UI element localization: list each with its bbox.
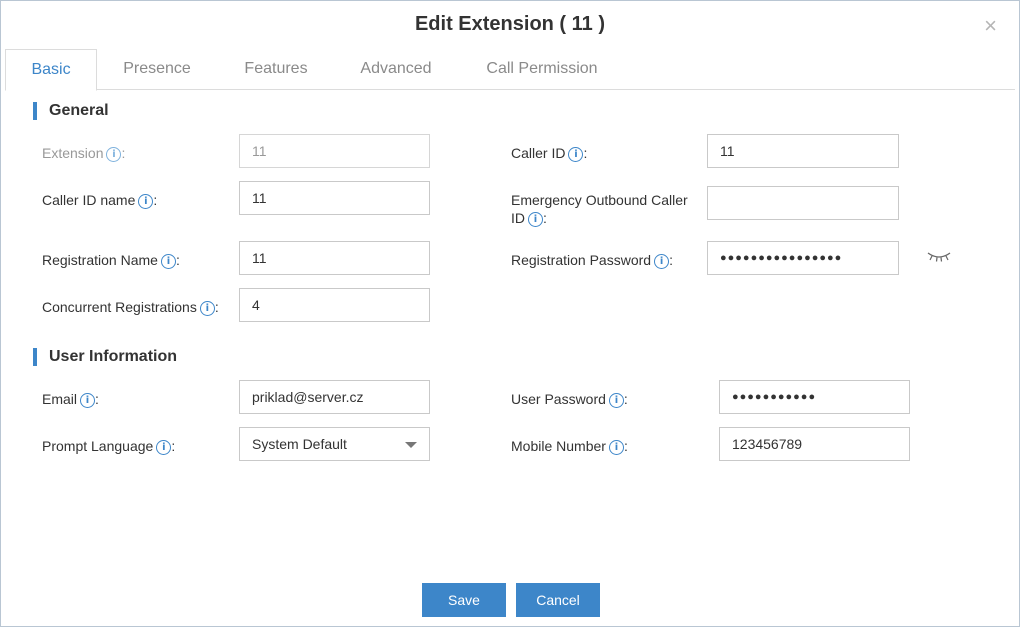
info-icon[interactable]: i [528, 212, 543, 227]
emergency-caller-id-field[interactable] [707, 186, 899, 220]
registration-password-label: Registration Password i: [511, 252, 673, 269]
email-field[interactable]: priklad@server.cz [239, 380, 430, 414]
caller-id-name-label: Caller ID name i: [42, 192, 158, 209]
prompt-language-label: Prompt Language i: [42, 438, 176, 455]
info-icon[interactable]: i [138, 194, 154, 209]
info-icon[interactable]: i [160, 254, 176, 269]
mobile-number-field[interactable]: 123456789 [719, 427, 910, 461]
tab-features[interactable]: Features [233, 49, 319, 89]
registration-name-label: Registration Name i: [42, 252, 180, 269]
info-icon[interactable]: i [608, 393, 624, 408]
info-icon[interactable]: i [80, 393, 96, 408]
tab-bar: Basic Presence Features Advanced Call Pe… [5, 49, 1015, 91]
mobile-number-label: Mobile Number i: [511, 438, 628, 455]
user-password-label: User Password i: [511, 391, 628, 408]
eye-closed-icon[interactable] [927, 251, 951, 263]
cancel-button[interactable]: Cancel [516, 583, 600, 617]
info-icon[interactable]: i [199, 301, 215, 316]
concurrent-registrations-label: Concurrent Registrations i: [42, 299, 219, 316]
info-icon[interactable]: i [608, 440, 624, 455]
dialog-title: Edit Extension ( 11 ) [414, 13, 606, 35]
caller-id-field[interactable]: 11 [707, 134, 899, 168]
caller-id-name-field[interactable]: 11 [239, 181, 430, 215]
registration-name-field[interactable]: 11 [239, 241, 430, 275]
tab-advanced[interactable]: Advanced [351, 49, 441, 89]
info-icon[interactable]: i [156, 440, 172, 455]
tab-call-permission[interactable]: Call Permission [475, 49, 609, 89]
extension-label: Extension i: [42, 145, 126, 162]
concurrent-registrations-field[interactable]: 4 [239, 288, 430, 322]
emergency-caller-id-label: Emergency Outbound Caller ID i: [511, 192, 688, 227]
user-password-field[interactable]: ●●●●●●●●●●● [719, 380, 910, 414]
prompt-language-select[interactable]: System Default [239, 427, 430, 461]
info-icon[interactable]: i [106, 147, 122, 162]
email-label: Email i: [42, 391, 99, 408]
section-user-information-heading: User Information [33, 348, 177, 366]
tab-presence[interactable]: Presence [113, 49, 201, 89]
info-icon[interactable]: i [654, 254, 670, 269]
save-button[interactable]: Save [422, 583, 506, 617]
registration-password-field[interactable]: ●●●●●●●●●●●●●●●● [707, 241, 899, 275]
section-general-heading: General [33, 102, 109, 120]
extension-field: 11 [239, 134, 430, 168]
edit-extension-dialog: Edit Extension ( 11 ) × Basic Presence F… [0, 0, 1020, 627]
close-icon[interactable]: × [984, 15, 997, 37]
caller-id-label: Caller ID i: [511, 145, 588, 162]
tab-basic[interactable]: Basic [5, 49, 97, 91]
info-icon[interactable]: i [568, 147, 584, 162]
chevron-down-icon [405, 442, 417, 448]
